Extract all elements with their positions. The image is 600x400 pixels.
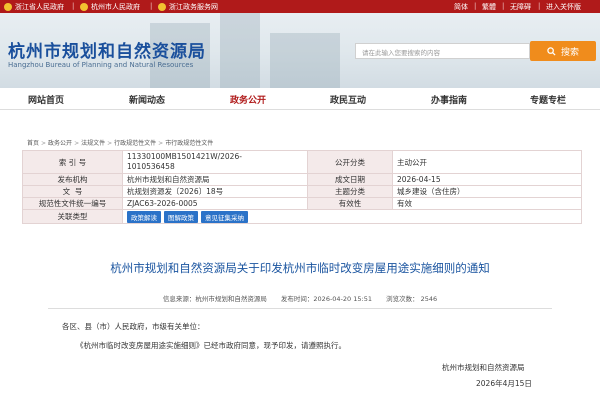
topbar-link-label: 浙江政务服务网 [169,3,218,11]
unified-code-label: 规范性文件统一编号 [22,197,123,210]
chevron-right-icon: > [158,140,164,147]
nav-interaction[interactable]: 政民互动 [330,93,366,106]
nav-home[interactable]: 网站首页 [28,93,64,106]
category-label: 公开分类 [307,150,393,174]
divider: | [474,2,477,10]
chevron-right-icon: > [107,140,113,147]
accessibility-link[interactable]: 无障碍 [510,2,531,12]
related-tags: 政策解读 图解政策 意见征集采纳 [122,209,582,224]
banner-building-decoration [220,13,260,88]
topbar-link-hangzhou-gov[interactable]: 杭州市人民政府 [80,2,140,12]
document-metadata-table: 索 引 号 11330100MB1501421W/2026- 1010536458… [22,150,582,224]
topbar-link-label: 浙江省人民政府 [15,3,64,11]
article-views: 浏览次数： 2546 [386,295,438,303]
index-number-line: 11330100MB1501421W/2026- [127,152,242,161]
divider: | [502,2,505,10]
breadcrumb-item[interactable]: 首页 [27,140,39,147]
article-title: 杭州市规划和自然资源局关于印发杭州市临时改变房屋用途实施细则的通知 [110,261,490,275]
breadcrumb: 首页 > 政务公开 > 法规文件 > 行政规范性文件 > 市行政规范性文件 [27,138,213,147]
divider [48,308,552,309]
breadcrumb-item[interactable]: 政务公开 [48,140,72,147]
site-title[interactable]: 杭州市规划和自然资源局 [8,37,206,62]
article-signature: 杭州市规划和自然资源局 [442,363,525,372]
topbar-link-zhejiang-gov[interactable]: 浙江省人民政府 [4,2,64,12]
tag-feedback-adoption[interactable]: 意见征集采纳 [201,210,248,223]
nav-gov-affairs[interactable]: 政务公开 [230,93,266,106]
site-title-english: Hangzhou Bureau of Planning and Natural … [8,61,194,69]
article-salutation: 各区、县（市）人民政府，市级有关单位： [62,322,205,331]
date-value: 2026-04-15 [392,173,582,186]
article-info: 信息来源：杭州市规划和自然资源局 发布时间：2026-04-20 15:51 浏… [0,293,600,303]
main-nav: 网站首页 新闻动态 政务公开 政民互动 办事指南 专题专栏 [0,88,600,110]
emblem-icon [4,3,12,11]
nav-special-topics[interactable]: 专题专栏 [530,93,566,106]
search-button[interactable]: 搜索 [530,41,596,61]
category-value: 主动公开 [392,150,582,174]
article-sign-date: 2026年4月15日 [476,379,532,388]
banner-building-decoration [270,33,340,88]
tag-illustrated-policy[interactable]: 图解政策 [164,210,198,223]
article-publish-time: 发布时间：2026-04-20 15:51 [280,295,372,303]
article-paragraph: 《杭州市临时改变房屋用途实施细则》已经市政府同意，现予印发，请遵照执行。 [76,341,346,350]
article-source: 信息来源：杭州市规划和自然资源局 [162,295,267,303]
index-number-value: 11330100MB1501421W/2026- 1010536458 [122,150,308,174]
validity-value: 有效 [392,197,582,210]
search-icon [547,46,556,56]
search-input[interactable]: 请在此输入您要搜索的内容 [355,43,530,59]
document-number-value: 杭规划资源发〔2026〕18号 [122,185,308,198]
search-button-label: 搜索 [560,47,579,58]
breadcrumb-item[interactable]: 市行政规范性文件 [165,140,213,147]
related-type-label: 关联类型 [22,209,123,224]
chevron-right-icon: > [74,140,80,147]
topbar-link-label: 杭州市人民政府 [91,3,140,11]
nav-service-guide[interactable]: 办事指南 [431,93,467,106]
divider: | [150,2,153,10]
breadcrumb-item[interactable]: 法规文件 [81,140,105,147]
simplified-chinese-link[interactable]: 简体 [454,2,468,12]
topic-value: 城乡建设（含住房） [392,185,582,198]
date-label: 成文日期 [307,173,393,186]
unified-code-value: ZJAC63-2026-0005 [122,197,308,210]
issuer-label: 发布机构 [22,173,123,186]
index-number-line: 1010536458 [127,162,175,171]
elder-mode-link[interactable]: 进入关怀版 [546,2,581,12]
chevron-right-icon: > [41,140,47,147]
emblem-icon [158,3,166,11]
top-bar: 浙江省人民政府 | 杭州市人民政府 | 浙江政务服务网 简体 | 繁體 | 无障… [0,0,600,13]
divider: | [72,2,75,10]
validity-label: 有效性 [307,197,393,210]
breadcrumb-item[interactable]: 行政规范性文件 [114,140,156,147]
topic-label: 主题分类 [307,185,393,198]
emblem-icon [80,3,88,11]
nav-news[interactable]: 新闻动态 [129,93,165,106]
divider: | [538,2,541,10]
topbar-link-service[interactable]: 浙江政务服务网 [158,2,218,12]
document-number-label: 文 号 [22,185,123,198]
tag-policy-interpretation[interactable]: 政策解读 [127,210,161,223]
issuer-value: 杭州市规划和自然资源局 [122,173,308,186]
traditional-chinese-link[interactable]: 繁體 [482,2,496,12]
index-number-label: 索 引 号 [22,150,123,174]
header-banner: 杭州市规划和自然资源局 Hangzhou Bureau of Planning … [0,13,600,88]
